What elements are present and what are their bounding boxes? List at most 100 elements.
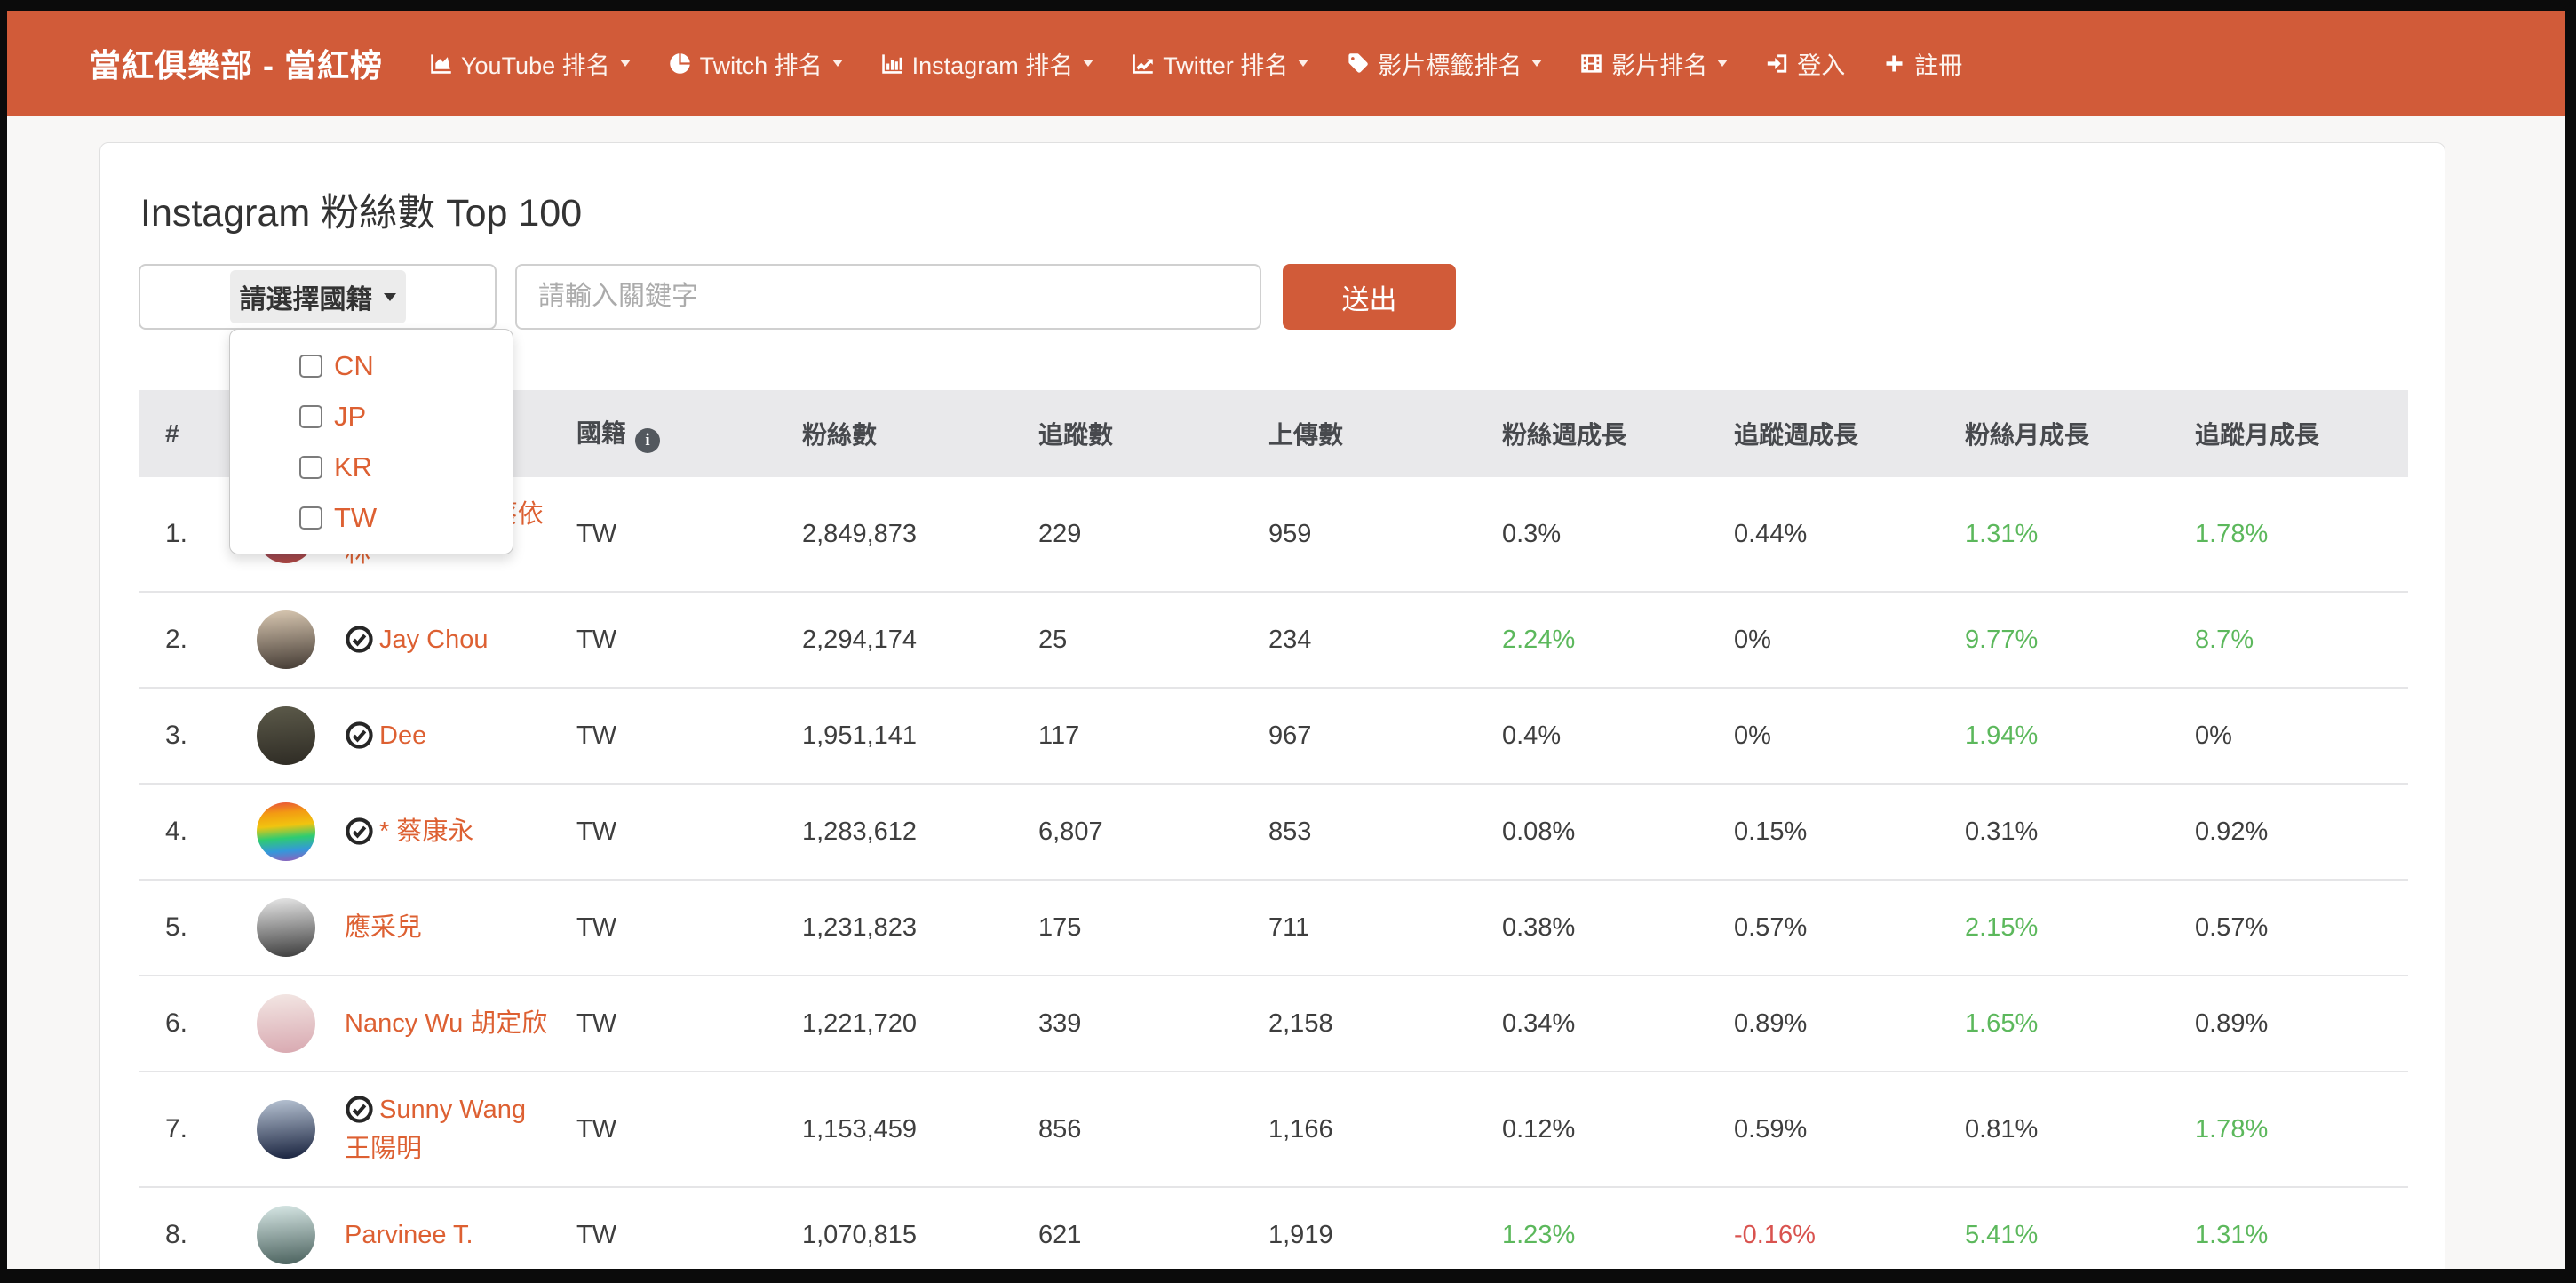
table-row: 8. Parvinee T. TW 1,070,815 621 1,919 1.… <box>139 1187 2408 1269</box>
uploads-cell: 1,919 <box>1268 1187 1502 1269</box>
nav-item-登入[interactable]: 登入 <box>1765 46 1845 81</box>
plus-icon <box>1882 52 1906 76</box>
weekly-following-growth-cell: 0% <box>1734 592 1965 688</box>
weekly-follower-growth-cell: 0.12% <box>1502 1072 1734 1187</box>
sign-in-icon <box>1765 52 1789 76</box>
monthly-following-growth-cell: 0.92% <box>2195 784 2408 880</box>
profile-name-link[interactable]: * 蔡康永 <box>379 817 473 846</box>
monthly-follower-growth-cell: 2.15% <box>1965 880 2195 976</box>
weekly-following-growth-cell: 0.15% <box>1734 784 1965 880</box>
uploads-cell: 967 <box>1268 688 1502 784</box>
monthly-follower-growth-cell: 1.31% <box>1965 477 2195 592</box>
followers-cell: 1,221,720 <box>802 976 1038 1072</box>
profile-name-link[interactable]: Jay Chou <box>379 626 489 654</box>
followers-cell: 1,283,612 <box>802 784 1038 880</box>
nav-item-youtube-排名[interactable]: YouTube 排名 <box>429 46 631 81</box>
avatar[interactable] <box>257 610 315 669</box>
monthly-following-growth-cell: 0.57% <box>2195 880 2408 976</box>
column-header-4: 追蹤數 <box>1038 390 1268 477</box>
tag-icon <box>1346 52 1370 76</box>
verified-badge-icon <box>345 721 374 750</box>
avatar[interactable] <box>257 1100 315 1159</box>
brand-link[interactable]: 當紅俱樂部 - 當紅榜 <box>89 40 383 86</box>
nav-item-影片排名[interactable]: 影片排名 <box>1579 46 1728 81</box>
rank-cell: 7. <box>139 1072 254 1187</box>
verified-badge-icon <box>345 817 374 846</box>
profile-name-link[interactable]: Nancy Wu 胡定欣 <box>345 1009 547 1038</box>
monthly-following-growth-cell: 0.89% <box>2195 976 2408 1072</box>
column-header-8: 粉絲月成長 <box>1965 390 2195 477</box>
nationality-dropdown-toggle[interactable]: 請選擇國籍 <box>230 270 406 323</box>
uploads-cell: 234 <box>1268 592 1502 688</box>
caret-down-icon <box>384 293 396 301</box>
content-card: Instagram 粉絲數 Top 100 請選擇國籍 送出 #國籍粉絲數追蹤數… <box>99 142 2445 1269</box>
keyword-input[interactable] <box>515 264 1261 330</box>
weekly-following-growth-cell: 0% <box>1734 688 1965 784</box>
submit-button[interactable]: 送出 <box>1283 264 1456 330</box>
nationality-multiselect: 請選擇國籍 <box>139 264 497 330</box>
nationality-option-kr[interactable]: KR <box>230 442 513 492</box>
profile-name-link[interactable]: Dee <box>379 721 426 750</box>
weekly-follower-growth-cell: 0.34% <box>1502 976 1734 1072</box>
weekly-follower-growth-cell: 0.08% <box>1502 784 1734 880</box>
caret-down-icon <box>1717 60 1728 67</box>
monthly-following-growth-cell: 1.31% <box>2195 1187 2408 1269</box>
monthly-follower-growth-cell: 0.81% <box>1965 1072 2195 1187</box>
rank-cell: 4. <box>139 784 254 880</box>
following-cell: 621 <box>1038 1187 1268 1269</box>
column-header-5: 上傳數 <box>1268 390 1502 477</box>
nationality-cell: TW <box>576 1187 802 1269</box>
table-row: 2. Jay Chou TW 2,294,174 25 234 2.24% 0%… <box>139 592 2408 688</box>
profile-name-link[interactable]: Parvinee T. <box>345 1221 473 1249</box>
avatar[interactable] <box>257 706 315 765</box>
avatar[interactable] <box>257 802 315 861</box>
following-cell: 175 <box>1038 880 1268 976</box>
table-row: 5. 應采兒 TW 1,231,823 175 711 0.38% 0.57% … <box>139 880 2408 976</box>
weekly-following-growth-cell: -0.16% <box>1734 1187 1965 1269</box>
nav-item-twitch-排名[interactable]: Twitch 排名 <box>668 46 843 81</box>
caret-down-icon <box>832 60 843 67</box>
nationality-option-label: KR <box>334 451 372 483</box>
page: 當紅俱樂部 - 當紅榜 YouTube 排名 Twitch 排名 Instagr… <box>7 11 2565 1269</box>
nationality-cell: TW <box>576 688 802 784</box>
table-row: 6. Nancy Wu 胡定欣 TW 1,221,720 339 2,158 0… <box>139 976 2408 1072</box>
monthly-following-growth-cell: 1.78% <box>2195 477 2408 592</box>
monthly-follower-growth-cell: 1.94% <box>1965 688 2195 784</box>
monthly-following-growth-cell: 8.7% <box>2195 592 2408 688</box>
monthly-follower-growth-cell: 5.41% <box>1965 1187 2195 1269</box>
nav-item-instagram-排名[interactable]: Instagram 排名 <box>880 46 1094 81</box>
nationality-option-cn[interactable]: CN <box>230 340 513 391</box>
avatar[interactable] <box>257 994 315 1053</box>
checkbox[interactable] <box>299 405 322 428</box>
weekly-follower-growth-cell: 2.24% <box>1502 592 1734 688</box>
column-header-2: 國籍 <box>576 390 802 477</box>
nationality-option-label: CN <box>334 350 374 382</box>
column-header-3: 粉絲數 <box>802 390 1038 477</box>
monthly-following-growth-cell: 1.78% <box>2195 1072 2408 1187</box>
nationality-option-jp[interactable]: JP <box>230 391 513 442</box>
verified-badge-icon <box>345 1095 374 1124</box>
weekly-following-growth-cell: 0.59% <box>1734 1072 1965 1187</box>
rank-cell: 5. <box>139 880 254 976</box>
avatar[interactable] <box>257 1206 315 1264</box>
following-cell: 229 <box>1038 477 1268 592</box>
uploads-cell: 959 <box>1268 477 1502 592</box>
checkbox[interactable] <box>299 355 322 378</box>
pie-chart-icon <box>668 52 692 76</box>
checkbox[interactable] <box>299 456 322 479</box>
filter-row: 請選擇國籍 送出 <box>139 264 2406 330</box>
profile-name-link[interactable]: 應采兒 <box>345 913 422 942</box>
table-row: 7. Sunny Wang 王陽明 TW 1,153,459 856 1,166… <box>139 1072 2408 1187</box>
info-circle-icon[interactable] <box>635 428 660 453</box>
nationality-cell: TW <box>576 784 802 880</box>
weekly-follower-growth-cell: 0.38% <box>1502 880 1734 976</box>
checkbox[interactable] <box>299 506 322 530</box>
nav-item-註冊[interactable]: 註冊 <box>1882 46 1962 81</box>
nationality-option-label: TW <box>334 502 377 534</box>
monthly-following-growth-cell: 0% <box>2195 688 2408 784</box>
nav-item-twitter-排名[interactable]: Twitter 排名 <box>1131 46 1308 81</box>
weekly-following-growth-cell: 0.44% <box>1734 477 1965 592</box>
avatar[interactable] <box>257 898 315 957</box>
nav-item-影片標籤排名[interactable]: 影片標籤排名 <box>1346 46 1542 81</box>
nationality-option-tw[interactable]: TW <box>230 492 513 543</box>
